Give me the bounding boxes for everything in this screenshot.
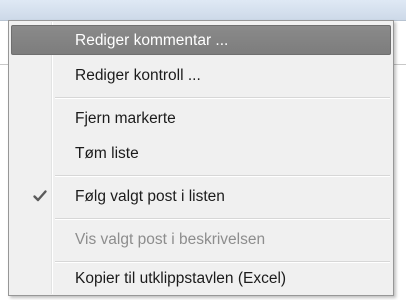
menu-item-label: Fjern markerte (75, 110, 176, 127)
background-window-header (0, 0, 406, 20)
menu-item-label: Følg valgt post i listen (75, 188, 225, 205)
menu-item-show-in-description: Vis valgt post i beskrivelsen (11, 224, 391, 254)
background-divider (0, 64, 8, 65)
context-menu: Rediger kommentar ... Rediger kontroll .… (8, 20, 394, 296)
menu-item-clear-list[interactable]: Tøm liste (11, 138, 391, 168)
menu-separator (55, 97, 390, 99)
menu-item-remove-selected[interactable]: Fjern markerte (11, 103, 391, 133)
menu-item-edit-control[interactable]: Rediger kontroll ... (11, 60, 391, 90)
check-icon (33, 190, 47, 202)
menu-item-label: Tøm liste (75, 145, 139, 162)
menu-separator (55, 175, 390, 177)
menu-item-label: Kopier til utklippstavlen (Excel) (75, 270, 287, 287)
menu-separator (55, 218, 390, 220)
menu-item-edit-comment[interactable]: Rediger kommentar ... (11, 25, 391, 55)
background-divider (394, 64, 406, 65)
menu-item-label: Rediger kontroll ... (75, 67, 201, 84)
menu-item-label: Rediger kommentar ... (75, 32, 229, 49)
menu-item-label: Vis valgt post i beskrivelsen (75, 231, 266, 248)
menu-item-copy-to-clipboard[interactable]: Kopier til utklippstavlen (Excel) (11, 263, 391, 293)
menu-item-follow-selected[interactable]: Følg valgt post i listen (11, 181, 391, 211)
